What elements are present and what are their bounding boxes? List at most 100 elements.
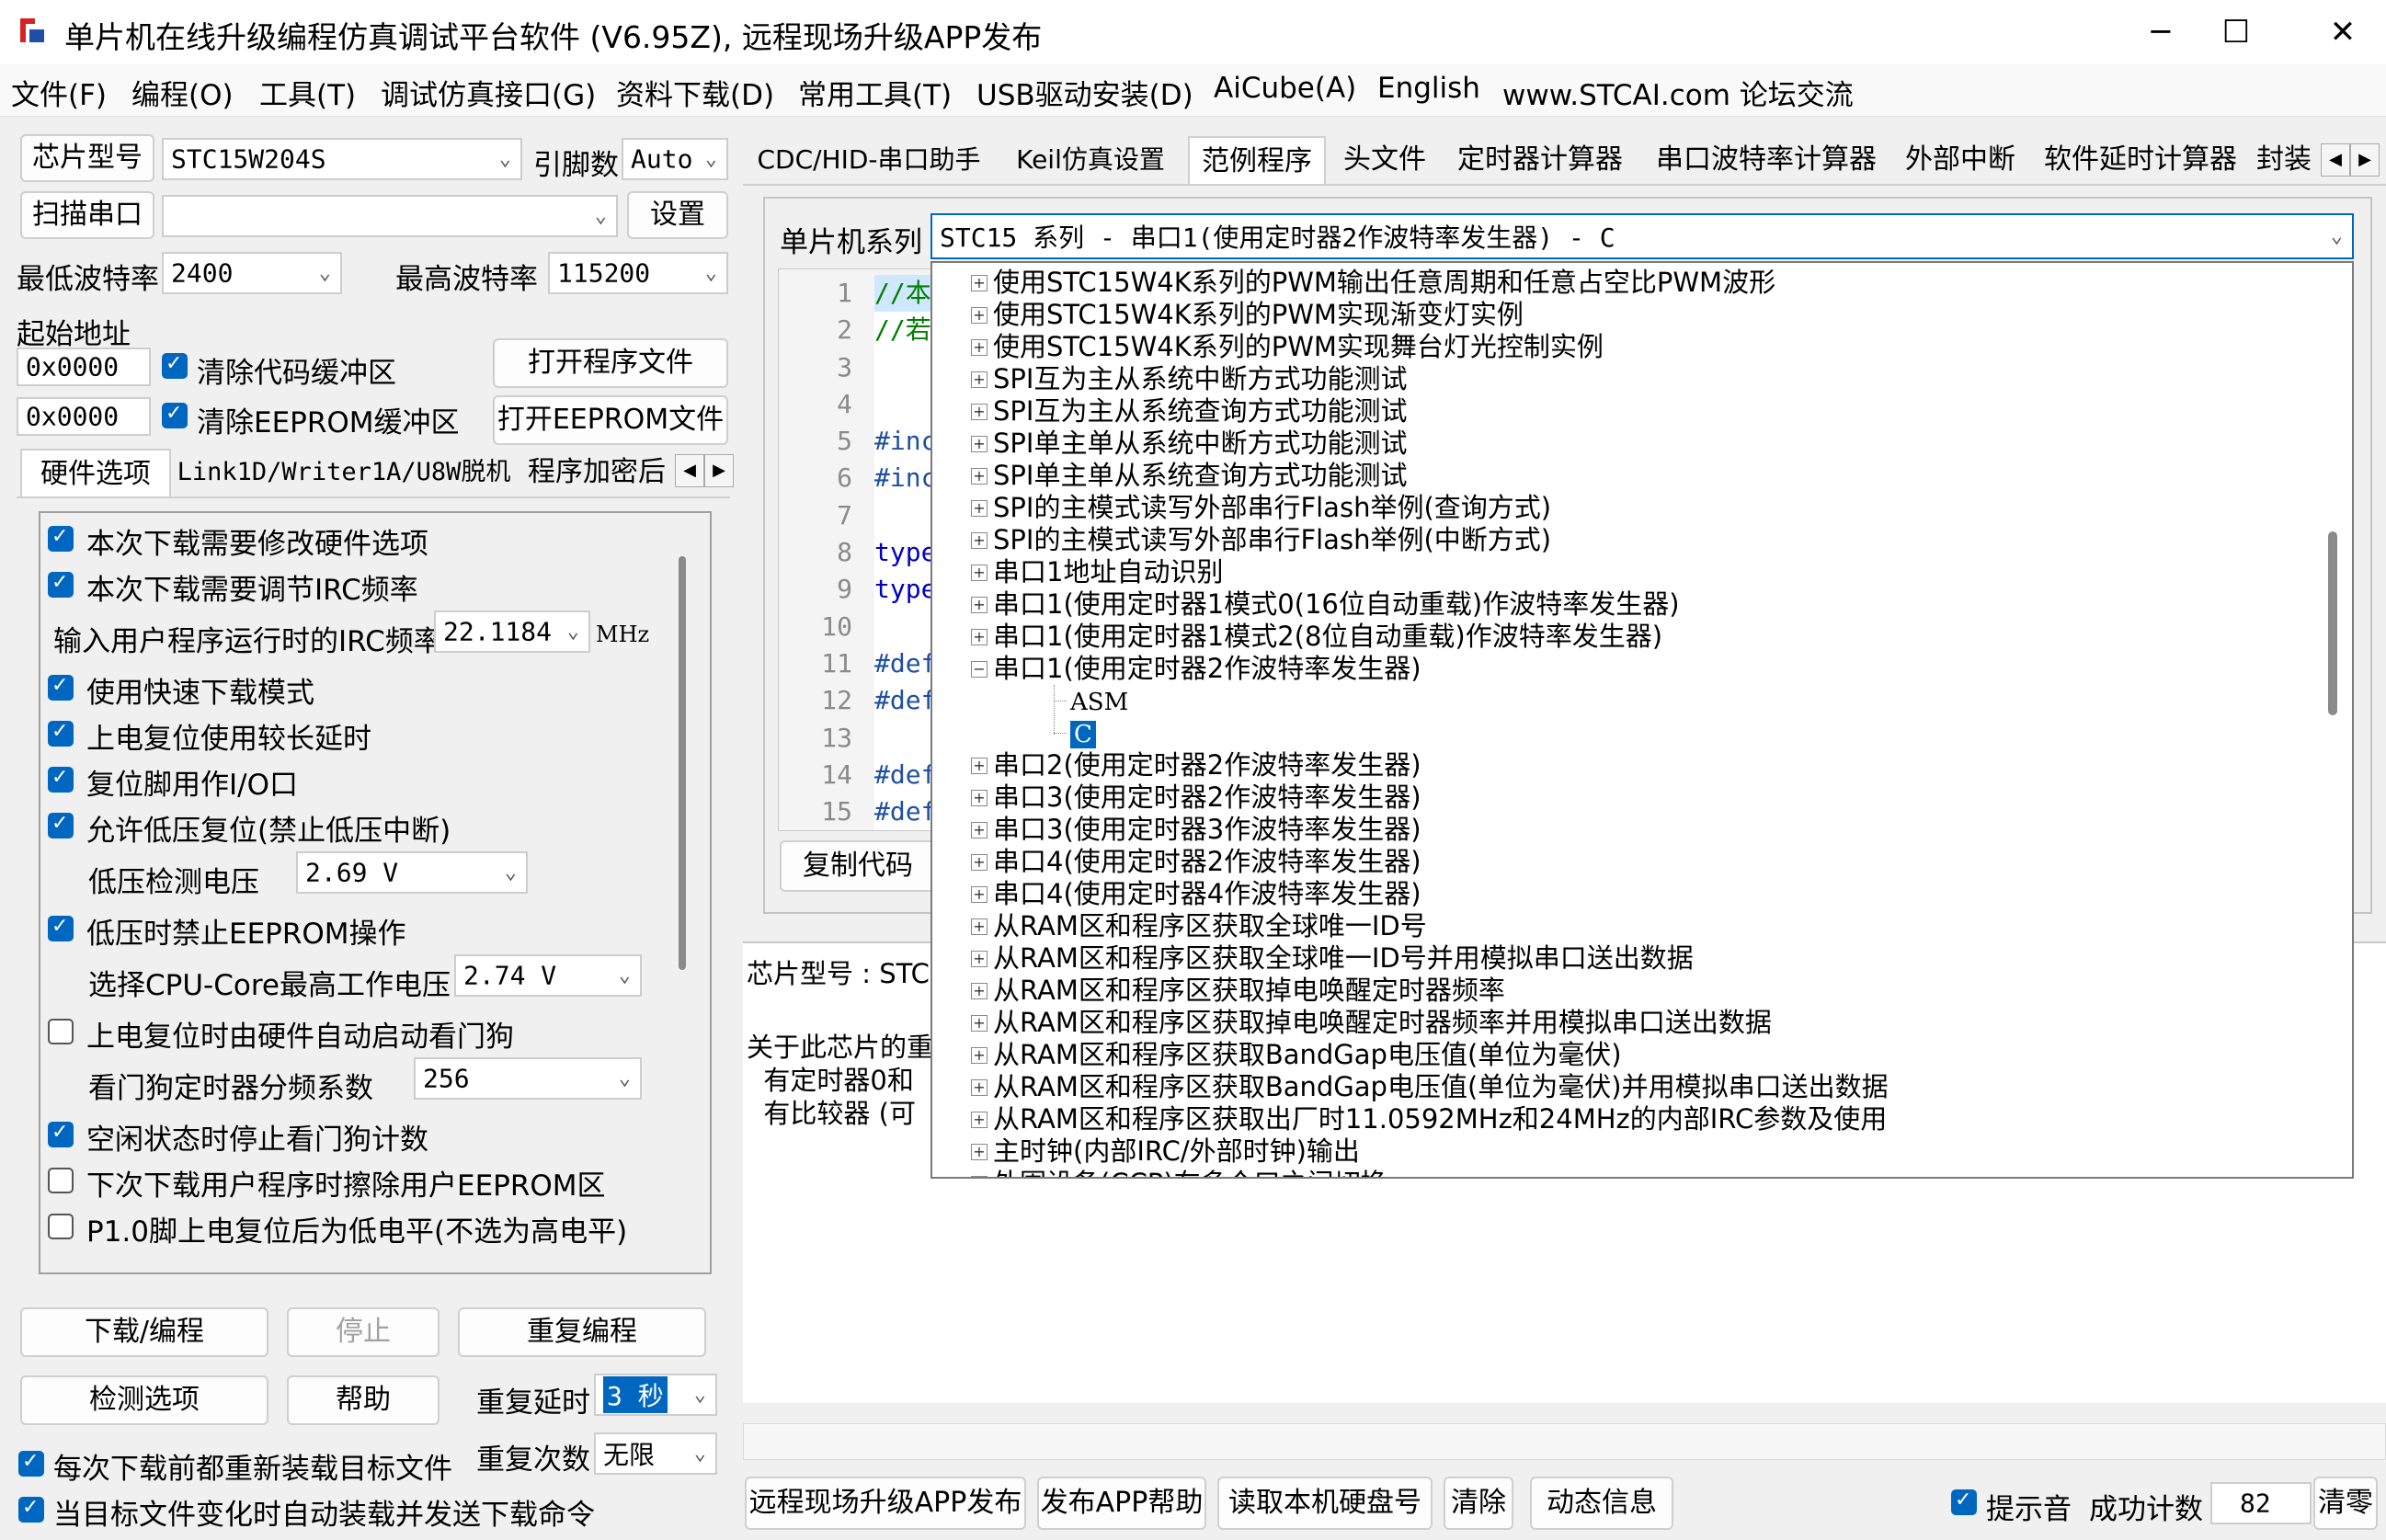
expand-icon[interactable]: + — [971, 1015, 988, 1032]
expand-icon[interactable]: + — [971, 822, 988, 838]
expand-icon[interactable]: + — [971, 1144, 988, 1160]
publish-remote-app-button[interactable]: 远程现场升级APP发布 — [745, 1477, 1026, 1530]
fast-download-checkbox[interactable] — [48, 674, 74, 701]
tab-keil-simulation[interactable]: Keil仿真设置 — [999, 136, 1182, 184]
collapse-icon[interactable]: − — [971, 661, 988, 678]
low-voltage-reset-checkbox[interactable] — [48, 812, 74, 838]
menu-debug[interactable]: 调试仿真接口(G) — [381, 72, 596, 113]
expand-icon[interactable]: + — [971, 918, 988, 935]
tree-node[interactable]: + SPI单主单从系统查询方式功能测试 — [971, 460, 1407, 492]
tree-node[interactable]: + 从RAM区和程序区获取掉电唤醒定时器频率 — [971, 975, 1505, 1007]
expand-icon[interactable]: + — [971, 275, 988, 291]
modify-hw-options-checkbox[interactable] — [48, 525, 74, 552]
expand-icon[interactable]: + — [971, 758, 988, 774]
eeprom-low-voltage-checkbox[interactable] — [48, 915, 74, 941]
code-editor[interactable]: 12 34 56 78 9 10 11 12 13 14 15 //本 //若 #in… — [778, 268, 936, 831]
expand-icon[interactable]: + — [971, 371, 988, 388]
expand-icon[interactable]: + — [971, 597, 988, 613]
expand-icon[interactable]: + — [971, 1047, 988, 1064]
expand-icon[interactable]: + — [971, 565, 988, 581]
tree-leaf-item[interactable]: C — [1054, 717, 1096, 749]
publish-app-help-button[interactable]: 发布APP帮助 — [1037, 1477, 1206, 1530]
open-eeprom-button[interactable]: 打开EEPROM文件 — [493, 395, 728, 445]
long-reset-delay-checkbox[interactable] — [48, 720, 74, 747]
tab-cdc-serial-assistant[interactable]: CDC/HID-串口助手 — [745, 136, 993, 184]
tab-example-programs[interactable]: 范例程序 — [1188, 136, 1326, 184]
tree-node[interactable]: + 串口2(使用定时器2作波特率发生器) — [971, 749, 1421, 781]
tree-node[interactable]: + SPI的主模式读写外部串行Flash举例(查询方式) — [971, 492, 1551, 524]
watchdog-divider-select[interactable]: 256 ⌄ — [414, 1057, 642, 1100]
expand-icon[interactable]: + — [971, 951, 988, 967]
expand-icon[interactable]: + — [971, 983, 988, 999]
adjust-irc-checkbox[interactable] — [48, 571, 74, 598]
auto-watchdog-checkbox[interactable] — [48, 1019, 74, 1044]
tree-node[interactable]: + SPI的主模式读写外部串行Flash举例(中断方式) — [971, 524, 1551, 556]
tree-node[interactable]: + 外围设备(CCP)在多个口之间切换 — [971, 1168, 1387, 1177]
eeprom-start-address-input[interactable]: 0x0000 — [17, 397, 151, 436]
expand-icon[interactable]: + — [971, 886, 988, 903]
tree-leaf-item[interactable]: ASM — [1054, 685, 1128, 717]
tree-node[interactable]: + SPI互为主从系统查询方式功能测试 — [971, 395, 1407, 428]
tab-external-interrupt[interactable]: 外部中断 — [1896, 136, 2025, 184]
expand-icon[interactable]: + — [971, 854, 988, 871]
expand-icon[interactable]: + — [971, 339, 988, 356]
tree-node[interactable]: + 从RAM区和程序区获取全球唯一ID号 — [971, 910, 1427, 942]
close-button[interactable]: ✕ — [2306, 6, 2380, 59]
read-disk-id-button[interactable]: 读取本机硬盘号 — [1217, 1477, 1433, 1530]
download-program-button[interactable]: 下载/编程 — [20, 1307, 268, 1357]
tab-scroll-left-icon[interactable]: ◀ — [2321, 143, 2350, 177]
minimize-button[interactable]: ─ — [2124, 6, 2198, 59]
cpu-core-voltage-select[interactable]: 2.74 V ⌄ — [454, 954, 642, 997]
tree-node[interactable]: + SPI互为主从系统中断方式功能测试 — [971, 363, 1407, 395]
stop-button[interactable]: 停止 — [287, 1307, 440, 1357]
menu-tools[interactable]: 工具(T) — [259, 72, 356, 113]
tab-header-files[interactable]: 头文件 — [1331, 136, 1438, 184]
pin-count-select[interactable]: Auto ⌄ — [622, 138, 728, 180]
beep-checkbox[interactable] — [1951, 1489, 1977, 1515]
expand-icon[interactable]: + — [971, 436, 988, 452]
copy-code-button[interactable]: 复制代码 — [780, 840, 936, 892]
detect-options-button[interactable]: 检测选项 — [20, 1375, 268, 1425]
expand-icon[interactable]: + — [971, 1079, 988, 1096]
tab-link1d-offline[interactable]: Link1D/Writer1A/U8W脱机 — [173, 449, 515, 496]
menu-aicube[interactable]: AiCube(A) — [1214, 72, 1356, 105]
maximize-button[interactable]: ☐ — [2199, 6, 2273, 59]
expand-icon[interactable]: + — [971, 790, 988, 806]
expand-icon[interactable]: + — [971, 307, 988, 324]
idle-stop-watchdog-checkbox[interactable] — [48, 1121, 74, 1147]
expand-icon[interactable]: + — [971, 404, 988, 420]
menu-common-tools[interactable]: 常用工具(T) — [798, 72, 952, 113]
help-button[interactable]: 帮助 — [287, 1375, 440, 1425]
menu-website[interactable]: www.STCAI.com 论坛交流 — [1502, 72, 1854, 113]
tree-node[interactable]: + 串口4(使用定时器2作波特率发生器) — [971, 846, 1421, 878]
tree-node[interactable]: + 从RAM区和程序区获取BandGap电压值(单位为毫伏) — [971, 1039, 1622, 1071]
tab-timer-calculator[interactable]: 定时器计算器 — [1444, 136, 1637, 184]
tree-node[interactable]: + 串口1(使用定时器1模式2(8位自动重载)作波特率发生器) — [971, 621, 1662, 653]
expand-icon[interactable]: + — [971, 468, 988, 485]
tab-baud-calculator[interactable]: 串口波特率计算器 — [1642, 136, 1890, 184]
menu-download[interactable]: 资料下载(D) — [616, 72, 774, 113]
settings-button[interactable]: 设置 — [627, 191, 728, 239]
repeat-delay-select[interactable]: 3 秒 ⌄ — [594, 1374, 717, 1416]
tree-node[interactable]: + 使用STC15W4K系列的PWM输出任意周期和任意占空比PWM波形 — [971, 267, 1775, 299]
p10-low-level-checkbox[interactable] — [48, 1214, 74, 1239]
menu-file[interactable]: 文件(F) — [11, 72, 107, 113]
irc-frequency-select[interactable]: 22.1184 ⌄ — [434, 610, 590, 653]
options-scrollbar[interactable] — [679, 556, 686, 970]
expand-icon[interactable]: + — [971, 1112, 988, 1128]
tree-node[interactable]: + 串口3(使用定时器3作波特率发生器) — [971, 814, 1421, 846]
chip-model-select[interactable]: STC15W204S ⌄ — [162, 138, 522, 180]
reload-file-checkbox[interactable] — [18, 1450, 44, 1477]
tree-node[interactable]: + 从RAM区和程序区获取出厂时11.0592MHz和24MHz的内部IRC参数及… — [971, 1103, 1887, 1135]
tree-node[interactable]: + SPI单主单从系统中断方式功能测试 — [971, 428, 1407, 460]
tree-node[interactable]: + 主时钟(内部IRC/外部时钟)输出 — [971, 1135, 1360, 1168]
scan-port-button[interactable]: 扫描串口 — [20, 191, 154, 239]
chip-model-button[interactable]: 芯片型号 — [20, 134, 154, 182]
tree-node[interactable]: + 使用STC15W4K系列的PWM实现舞台灯光控制实例 — [971, 331, 1604, 363]
tree-node[interactable]: + 串口1(使用定时器1模式0(16位自动重载)作波特率发生器) — [971, 588, 1680, 621]
min-baud-select[interactable]: 2400 ⌄ — [162, 252, 342, 294]
tab-package[interactable]: 封装 — [2256, 136, 2317, 184]
example-tree-dropdown[interactable]: + 使用STC15W4K系列的PWM输出任意周期和任意占空比PWM波形 + 使用STC… — [930, 261, 2354, 1179]
lvd-voltage-select[interactable]: 2.69 V ⌄ — [296, 851, 528, 894]
clear-code-checkbox[interactable] — [162, 352, 188, 379]
